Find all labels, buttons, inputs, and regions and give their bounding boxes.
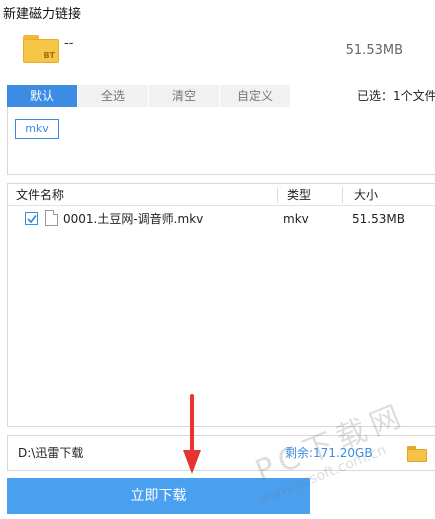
- file-icon: [45, 210, 58, 226]
- column-header-type[interactable]: 类型: [287, 184, 311, 206]
- list-header: 文件名称 类型 大小: [8, 184, 435, 206]
- file-list: 文件名称 类型 大小 0001.土豆网-调音师.mkv mkv 51.53MB: [7, 183, 435, 427]
- tab-custom[interactable]: 自定义: [220, 85, 290, 107]
- tab-select-all[interactable]: 全选: [78, 85, 148, 107]
- extension-filter-area: mkv: [7, 107, 435, 175]
- check-icon: [27, 214, 37, 224]
- table-row[interactable]: 0001.土豆网-调音师.mkv mkv 51.53MB: [8, 208, 435, 230]
- browse-folder-button[interactable]: [399, 436, 435, 470]
- row-checkbox[interactable]: [25, 212, 38, 225]
- bt-file-icon: BT: [23, 35, 59, 63]
- column-divider[interactable]: [277, 187, 278, 203]
- filter-bar: 默认 全选 清空 自定义 已选：1个文件: [7, 85, 435, 107]
- selected-count: 已选：1个文件: [357, 89, 435, 103]
- file-name: 0001.土豆网-调音师.mkv: [63, 212, 204, 226]
- file-type: mkv: [283, 212, 309, 226]
- tab-default[interactable]: 默认: [7, 85, 77, 107]
- tab-clear[interactable]: 清空: [149, 85, 219, 107]
- save-path[interactable]: D:\迅雷下载: [18, 436, 83, 470]
- task-size: 51.53MB: [345, 43, 403, 58]
- column-header-size[interactable]: 大小: [354, 184, 378, 206]
- extension-chip-mkv[interactable]: mkv: [15, 119, 59, 139]
- column-header-name[interactable]: 文件名称: [16, 184, 64, 206]
- bt-icon-label: BT: [43, 51, 55, 60]
- column-divider[interactable]: [342, 187, 343, 203]
- task-name: --: [64, 36, 74, 51]
- file-size: 51.53MB: [352, 212, 405, 226]
- window-title: 新建磁力链接: [3, 7, 82, 22]
